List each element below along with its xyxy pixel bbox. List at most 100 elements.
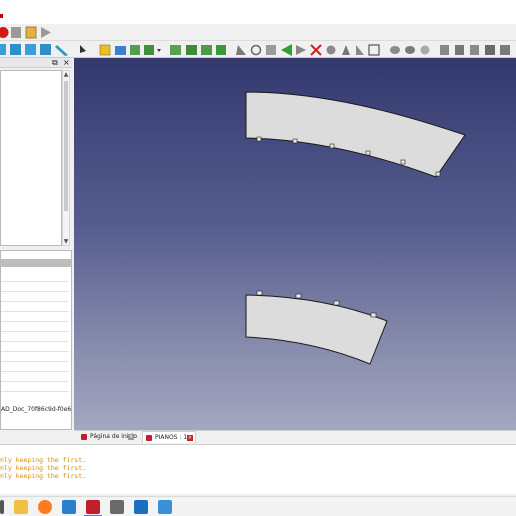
dropdown-arrow-icon[interactable] — [157, 49, 161, 52]
edit-macro-icon[interactable] — [25, 26, 37, 39]
window-icon — [0, 14, 3, 18]
view-iso-icon[interactable] — [40, 44, 51, 55]
property-row[interactable] — [1, 311, 69, 312]
document-name-label: AD_Doc_70f86c9d-f0e6-... — [1, 406, 71, 413]
part-cube-icon[interactable] — [99, 44, 111, 56]
tab-marker — [292, 138, 298, 144]
close-icon[interactable]: × — [187, 435, 193, 441]
tab-pianos[interactable]: PIANOS : 1 × — [142, 431, 196, 443]
view-front-icon[interactable] — [25, 44, 36, 55]
firefox-icon[interactable] — [38, 500, 52, 514]
property-header — [1, 259, 71, 267]
float-panel-button[interactable]: ⧉ — [52, 58, 58, 68]
photos-icon[interactable] — [158, 500, 172, 514]
link-group-icon[interactable] — [201, 45, 212, 55]
calculator-icon[interactable] — [110, 500, 124, 514]
sketch-icon[interactable] — [236, 45, 246, 55]
property-row[interactable] — [1, 391, 69, 392]
import-icon[interactable] — [144, 45, 154, 55]
tab-marker — [333, 300, 340, 306]
combo-view-panel: ⧉ × ▲ ▼ — [0, 58, 72, 246]
boolean-icon[interactable] — [326, 45, 336, 55]
view-box-icon[interactable] — [10, 44, 21, 55]
main-toolbar — [0, 41, 516, 58]
property-row[interactable] — [1, 321, 69, 322]
title-strip — [0, 0, 516, 24]
document-tab-bar: Página de inicio × PIANOS : 1 × — [74, 430, 516, 443]
tree-scrollbar[interactable]: ▲ ▼ — [62, 70, 70, 246]
curved-piece-upper[interactable] — [245, 91, 466, 178]
property-row[interactable] — [1, 371, 69, 372]
property-row[interactable] — [1, 301, 69, 302]
pattern-icon[interactable] — [368, 44, 380, 56]
loft-icon[interactable] — [405, 46, 415, 54]
what-is-this-icon[interactable] — [80, 45, 86, 53]
viewport-scene — [245, 91, 466, 365]
property-row[interactable] — [1, 341, 69, 342]
property-row[interactable] — [1, 281, 69, 282]
macro-toolbar — [0, 24, 516, 41]
mail-icon[interactable] — [134, 500, 148, 514]
measure-icon[interactable] — [55, 45, 68, 56]
tab-marker — [295, 293, 302, 299]
section-icon[interactable] — [440, 45, 449, 55]
view-fit-icon[interactable] — [0, 44, 6, 55]
property-row[interactable] — [1, 381, 69, 382]
sweep-icon[interactable] — [420, 45, 430, 55]
report-line: nly keeping the first. — [0, 472, 87, 480]
freecad-window: ⧉ × ▲ ▼ AD_Doc_70f86c9d-f0e6-... — [0, 0, 516, 516]
scroll-down-icon[interactable]: ▼ — [63, 238, 69, 245]
tab-marker — [400, 159, 406, 165]
freecad-record-icon[interactable] — [0, 27, 9, 38]
check-icon[interactable] — [485, 45, 495, 55]
chamfer-icon[interactable] — [310, 44, 322, 56]
tab-marker — [256, 290, 263, 296]
tab-start-page[interactable]: Página de inicio × — [78, 431, 137, 443]
pocket-icon[interactable] — [281, 44, 292, 56]
tab-label: PIANOS : 1 — [155, 434, 188, 441]
main-toolbar-icons — [0, 44, 510, 56]
run-macro-icon[interactable] — [41, 27, 51, 38]
scroll-up-icon[interactable]: ▲ — [63, 71, 69, 78]
stop-macro-icon[interactable] — [11, 27, 21, 38]
curved-piece-lower[interactable] — [245, 294, 388, 365]
property-row[interactable] — [1, 351, 69, 352]
mirror-icon[interactable] — [356, 45, 364, 55]
tab-marker — [256, 136, 262, 142]
macro-toolbar-icons — [0, 26, 51, 39]
property-row[interactable] — [1, 331, 69, 332]
group-icon[interactable] — [170, 45, 181, 55]
tab-marker — [329, 143, 335, 149]
part-icon[interactable] — [216, 45, 226, 55]
windows-start-icon[interactable] — [0, 500, 4, 514]
export-icon[interactable] — [130, 45, 140, 55]
tab-marker — [370, 312, 377, 318]
close-icon[interactable]: × — [128, 434, 134, 440]
panel-header: ⧉ × — [0, 58, 72, 68]
property-row[interactable] — [1, 361, 69, 362]
pad-icon[interactable] — [266, 45, 276, 55]
link-icon[interactable] — [186, 45, 197, 55]
3d-viewport[interactable] — [74, 58, 516, 430]
edge-icon[interactable] — [62, 500, 76, 514]
file-explorer-icon[interactable] — [14, 500, 28, 514]
close-panel-button[interactable]: × — [63, 58, 70, 68]
model-tree[interactable] — [0, 70, 62, 246]
report-line: nly keeping the first. — [0, 456, 87, 464]
cut-icon[interactable] — [342, 45, 350, 55]
folder-icon[interactable] — [115, 46, 126, 55]
offset-icon[interactable] — [455, 45, 464, 55]
scroll-thumb[interactable] — [64, 81, 68, 211]
defeature-icon[interactable] — [500, 45, 510, 55]
property-row[interactable] — [1, 291, 69, 292]
freecad-icon — [81, 434, 87, 440]
freecad-icon[interactable] — [86, 500, 100, 514]
fillet-icon[interactable] — [296, 45, 306, 55]
property-view: AD_Doc_70f86c9d-f0e6-... — [0, 250, 72, 430]
freecad-icon — [146, 435, 152, 441]
report-view: nly keeping the first. nly keeping the f… — [0, 444, 516, 494]
thickness-icon[interactable] — [470, 45, 479, 55]
shell-icon[interactable] — [390, 46, 400, 54]
tab-marker — [435, 171, 441, 177]
constraint-icon[interactable] — [250, 44, 262, 56]
